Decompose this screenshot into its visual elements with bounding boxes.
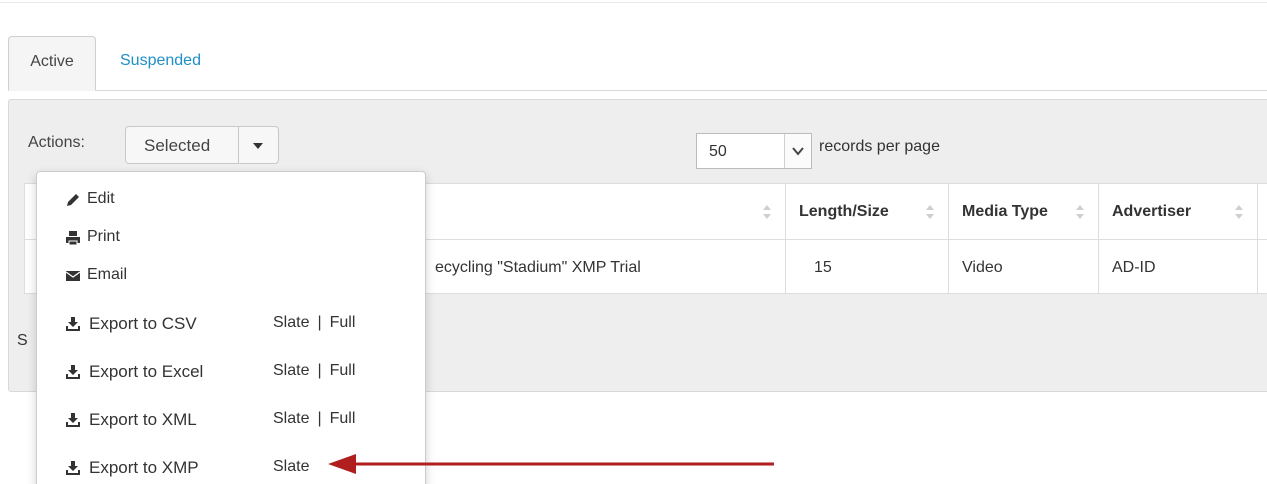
row-length-cell: 15 bbox=[814, 259, 832, 276]
printer-icon bbox=[66, 231, 80, 246]
sort-icon[interactable] bbox=[925, 204, 935, 220]
menu-item-label: Print bbox=[87, 228, 120, 245]
column-divider bbox=[785, 184, 786, 293]
caret-down-icon[interactable] bbox=[253, 143, 263, 149]
actions-dropdown-menu: Edit Print Email Export to CSV Slate | Ful… bbox=[36, 171, 426, 484]
menu-item-label: Email bbox=[87, 266, 128, 283]
menu-item-email[interactable]: Email bbox=[37, 260, 425, 296]
column-divider bbox=[948, 184, 949, 293]
column-header-length-size[interactable]: Length/Size bbox=[799, 203, 889, 221]
tab-suspended[interactable]: Suspended bbox=[120, 36, 201, 90]
link-separator: | bbox=[317, 410, 322, 427]
export-full-link[interactable]: Full bbox=[330, 410, 356, 427]
menu-item-label: Export to Excel bbox=[89, 362, 204, 381]
showing-entries-text: S bbox=[17, 332, 28, 349]
row-advertiser-cell: AD-ID bbox=[1112, 259, 1156, 276]
menu-item-print[interactable]: Print bbox=[37, 222, 425, 258]
download-icon bbox=[66, 365, 80, 379]
export-format-links: Slate | Full bbox=[273, 314, 355, 332]
menu-item-label: Export to XML bbox=[89, 410, 197, 429]
sort-icon[interactable] bbox=[762, 204, 772, 220]
menu-item-label: Edit bbox=[87, 190, 115, 207]
column-header-media-type[interactable]: Media Type bbox=[962, 203, 1048, 221]
menu-item-export-csv[interactable]: Export to CSV Slate | Full bbox=[37, 308, 425, 344]
menu-item-export-excel[interactable]: Export to Excel Slate | Full bbox=[37, 356, 425, 392]
export-slate-link[interactable]: Slate bbox=[273, 314, 309, 331]
pencil-icon bbox=[67, 194, 79, 206]
export-slate-link[interactable]: Slate bbox=[273, 362, 309, 379]
row-media-type-cell: Video bbox=[962, 259, 1003, 276]
selected-label: Selected bbox=[144, 136, 211, 155]
envelope-icon bbox=[65, 271, 81, 281]
column-divider bbox=[1098, 184, 1099, 293]
column-divider bbox=[1257, 184, 1258, 293]
export-full-link[interactable]: Full bbox=[330, 362, 356, 379]
menu-item-edit[interactable]: Edit bbox=[37, 184, 425, 220]
link-separator: | bbox=[317, 362, 322, 379]
chevron-down-icon bbox=[792, 147, 804, 156]
selected-actions-dropdown[interactable]: Selected bbox=[125, 126, 279, 164]
top-divider bbox=[0, 2, 1267, 3]
export-slate-link[interactable]: Slate bbox=[273, 458, 309, 475]
tab-active[interactable]: Active bbox=[8, 36, 96, 91]
row-title-cell: ecycling "Stadium" XMP Trial bbox=[435, 259, 641, 276]
download-icon bbox=[66, 461, 80, 475]
tab-bar: Active Suspended bbox=[8, 36, 1267, 91]
annotation-arrow-icon bbox=[328, 454, 774, 474]
menu-item-export-xml[interactable]: Export to XML Slate | Full bbox=[37, 404, 425, 440]
select-arrow[interactable] bbox=[784, 134, 811, 168]
export-slate-link[interactable]: Slate bbox=[273, 410, 309, 427]
records-per-page-value: 50 bbox=[709, 143, 727, 160]
button-divider bbox=[238, 127, 239, 163]
export-format-links: Slate | Full bbox=[273, 362, 355, 380]
records-per-page-select[interactable]: 50 bbox=[696, 133, 812, 169]
download-icon bbox=[66, 317, 80, 331]
sort-icon[interactable] bbox=[1075, 204, 1085, 220]
export-format-links: Slate bbox=[273, 458, 309, 476]
column-header-advertiser[interactable]: Advertiser bbox=[1112, 203, 1191, 221]
menu-item-label: Export to XMP bbox=[89, 458, 199, 477]
download-icon bbox=[66, 413, 80, 427]
sort-icon[interactable] bbox=[1234, 204, 1244, 220]
link-separator: | bbox=[317, 314, 322, 331]
export-format-links: Slate | Full bbox=[273, 410, 355, 428]
records-per-page-label: records per page bbox=[819, 138, 940, 155]
menu-item-label: Export to CSV bbox=[89, 314, 197, 333]
actions-label: Actions: bbox=[28, 134, 85, 151]
export-full-link[interactable]: Full bbox=[330, 314, 356, 331]
